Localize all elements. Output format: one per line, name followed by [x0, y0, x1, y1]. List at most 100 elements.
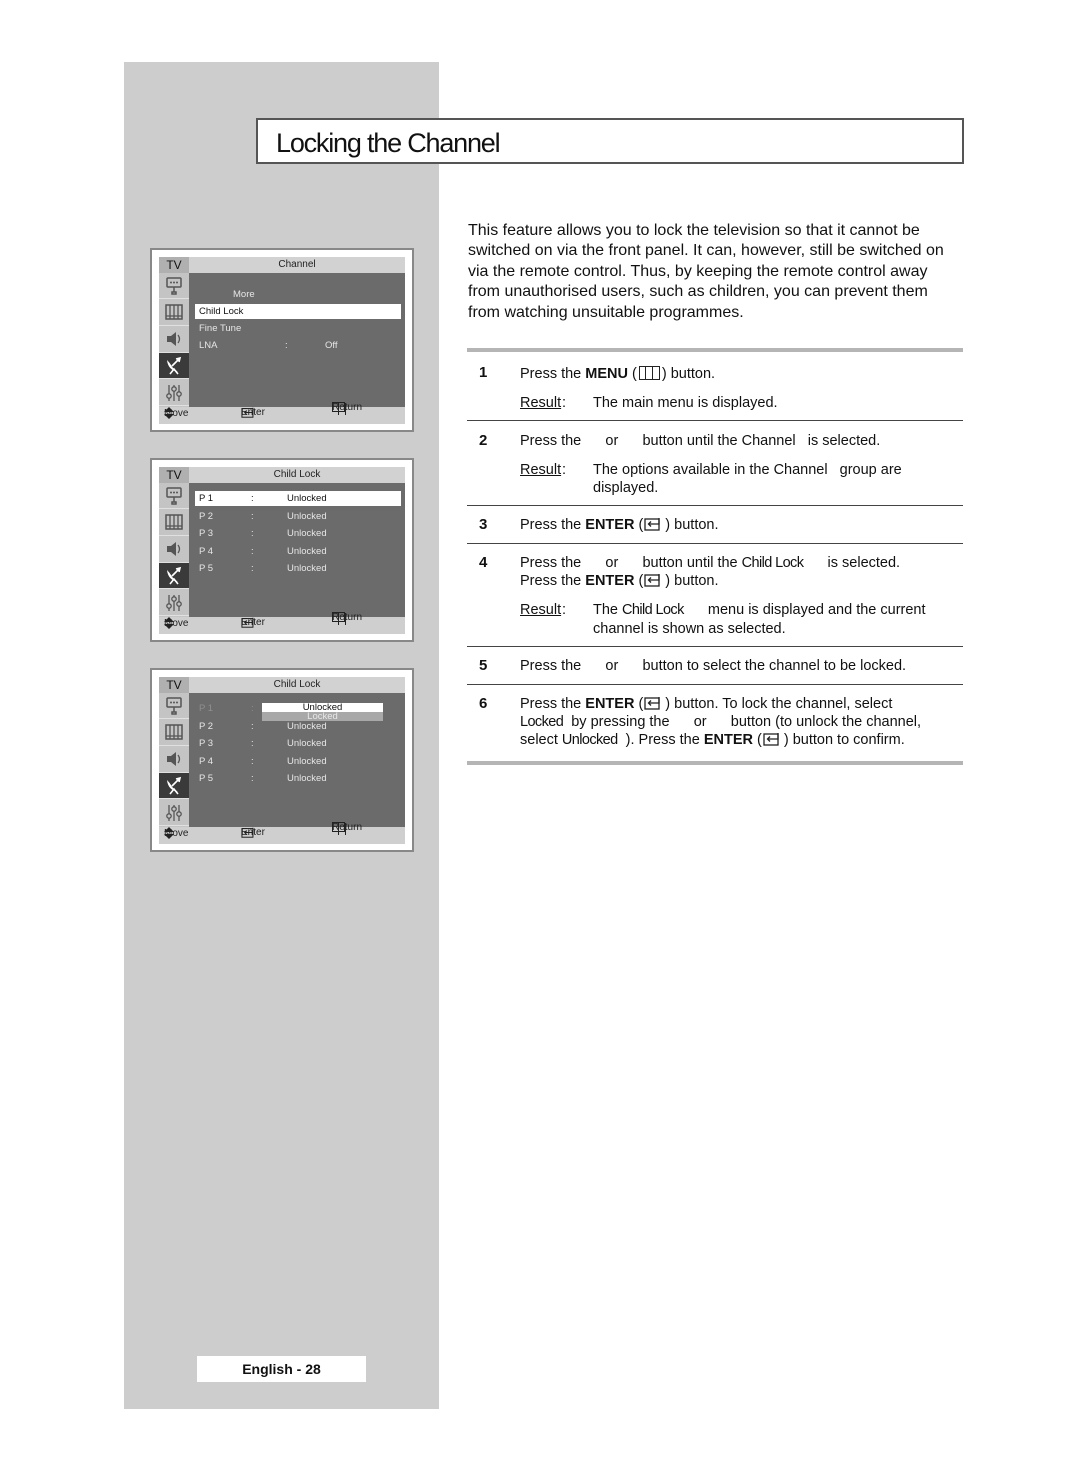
picture-icon[interactable]: [159, 693, 189, 719]
result-label: Result: [520, 602, 562, 618]
move-hint: Move: [164, 617, 189, 629]
channel-satellite-icon[interactable]: [159, 353, 189, 380]
item-label: P 1: [199, 493, 214, 504]
item-colon: :: [251, 773, 254, 785]
tv-label: TV: [159, 467, 189, 483]
sound-icon[interactable]: [159, 537, 189, 563]
step-6: 6 Press the ENTER () button. To lock the…: [467, 685, 963, 761]
step-number: 3: [479, 516, 488, 533]
step-number: 5: [479, 657, 488, 674]
tv-menu-screen: TV Child Lock P 1: Unlocked P 2: Unlocked P 3:…: [150, 458, 414, 642]
step-5: 5 Press the or button to select the chan…: [467, 647, 963, 684]
item-label: P 3: [199, 528, 214, 540]
item-value: Unlocked: [287, 755, 327, 767]
item-label: P 4: [199, 755, 214, 767]
menu-item[interactable]: P 3: Unlocked: [195, 526, 401, 541]
step-text: Press the or button to select the channe…: [520, 658, 907, 674]
menu-item[interactable]: P 2: Unlocked: [195, 509, 401, 524]
menu-body: P 1: Unlocked P 2: Unlocked P 3: Unlocked P 4:…: [189, 483, 405, 617]
item-label: Child Lock: [199, 306, 244, 317]
step-number: 2: [479, 432, 488, 449]
item-colon: :: [251, 545, 254, 557]
step-number: 1: [479, 364, 488, 381]
menu-item[interactable]: Child Lock: [195, 304, 401, 319]
tv-label: TV: [159, 257, 189, 273]
item-colon: :: [251, 493, 254, 504]
item-label: P 2: [199, 720, 214, 732]
step-number: 6: [479, 695, 488, 712]
step-text-2: Press the ENTER () button.: [520, 573, 719, 589]
sound-icon[interactable]: [159, 327, 189, 353]
menu-item[interactable]: P 5: Unlocked: [195, 771, 401, 786]
step-2: 2 Press the or button until the Channel …: [479, 432, 902, 496]
step-text: Press the ENTER () button.: [520, 517, 719, 533]
menu-item[interactable]: P 4: Unlocked: [195, 754, 401, 769]
enter-icon: [644, 697, 660, 710]
channel-satellite-icon[interactable]: [159, 773, 189, 800]
item-label: More: [233, 289, 255, 300]
step-text-2: Locked by pressing the or button (to unl…: [520, 714, 922, 730]
menu-footer: Move Enter Return: [159, 612, 405, 634]
menu-footer: Move Enter Return: [159, 402, 405, 424]
enter-icon: [644, 574, 660, 587]
lock-dropdown[interactable]: Unlocked Locked: [262, 703, 383, 721]
menu-footer: Move Enter Return: [159, 822, 405, 844]
menu-body: More Child Lock Fine Tune LNA: Off: [189, 273, 405, 407]
menu-item[interactable]: P 5: Unlocked: [195, 561, 401, 576]
menu-item[interactable]: Fine Tune: [195, 321, 401, 336]
menu-title: Channel: [189, 257, 405, 273]
step-text: Press the or button until the Channel is…: [520, 433, 881, 449]
step-3: 3 Press the ENTER () button.: [467, 506, 963, 543]
enter-hint: Enter: [241, 407, 265, 418]
enter-icon: [644, 518, 660, 531]
menu-title: Child Lock: [189, 467, 405, 483]
result-text: The options available in the Channel gro…: [593, 462, 902, 478]
item-colon: :: [251, 703, 254, 714]
tv-menu-screen: TV Child Lock P 1: P 2: Unlocked P 3: Unlocked…: [150, 668, 414, 852]
item-colon: :: [251, 510, 254, 522]
picture-icon[interactable]: [159, 483, 189, 509]
step-text: Press the or button until the Child Lock…: [520, 555, 901, 571]
sound-icon[interactable]: [159, 747, 189, 773]
input-icon[interactable]: [159, 510, 189, 536]
item-value: Unlocked: [287, 493, 327, 504]
item-value: Unlocked: [287, 510, 327, 522]
menu-item[interactable]: P 4: Unlocked: [195, 544, 401, 559]
menu-icon: [638, 366, 660, 380]
dropdown-option-locked[interactable]: Locked: [262, 712, 383, 721]
osd-frame: TV Child Lock P 1: P 2: Unlocked P 3: Unlocked…: [159, 677, 405, 844]
item-value: Off: [325, 340, 338, 351]
enter-hint: Enter: [241, 827, 265, 838]
setup-sliders-icon[interactable]: [159, 380, 189, 407]
menu-item[interactable]: P 3: Unlocked: [195, 736, 401, 751]
step-4: 4 Press the or button until the Child Lo…: [479, 554, 926, 637]
bottom-rule: [467, 761, 963, 765]
menu-item[interactable]: LNA: Off: [195, 338, 401, 353]
osd-frame: TV Channel More Child Lock Fine Tune LNA: Off M…: [159, 257, 405, 424]
item-label: P 2: [199, 510, 214, 522]
setup-sliders-icon[interactable]: [159, 590, 189, 617]
result-label: Result: [520, 462, 562, 478]
menu-icon-column: [159, 273, 189, 407]
item-label: P 4: [199, 545, 214, 557]
osd-frame: TV Child Lock P 1: Unlocked P 2: Unlocked P 3:…: [159, 467, 405, 634]
channel-satellite-icon[interactable]: [159, 563, 189, 590]
setup-sliders-icon[interactable]: [159, 800, 189, 827]
menu-item[interactable]: More: [195, 287, 401, 302]
item-label: P 3: [199, 738, 214, 750]
enter-icon: [763, 733, 779, 746]
move-hint: Move: [164, 407, 189, 419]
move-hint: Move: [164, 827, 189, 839]
item-value: Unlocked: [287, 528, 327, 540]
menu-item[interactable]: P 1: Unlocked: [195, 491, 401, 506]
input-icon[interactable]: [159, 300, 189, 326]
item-value: Unlocked: [287, 563, 327, 575]
item-label: P 5: [199, 773, 214, 785]
item-value: Unlocked: [287, 773, 327, 785]
steps-list: 1 Press the MENU () button. Result: The …: [467, 348, 963, 765]
page-title: Locking the Channel: [276, 128, 501, 158]
picture-icon[interactable]: [159, 273, 189, 299]
item-colon: :: [251, 738, 254, 750]
page-number: English - 28: [197, 1356, 366, 1382]
input-icon[interactable]: [159, 720, 189, 746]
